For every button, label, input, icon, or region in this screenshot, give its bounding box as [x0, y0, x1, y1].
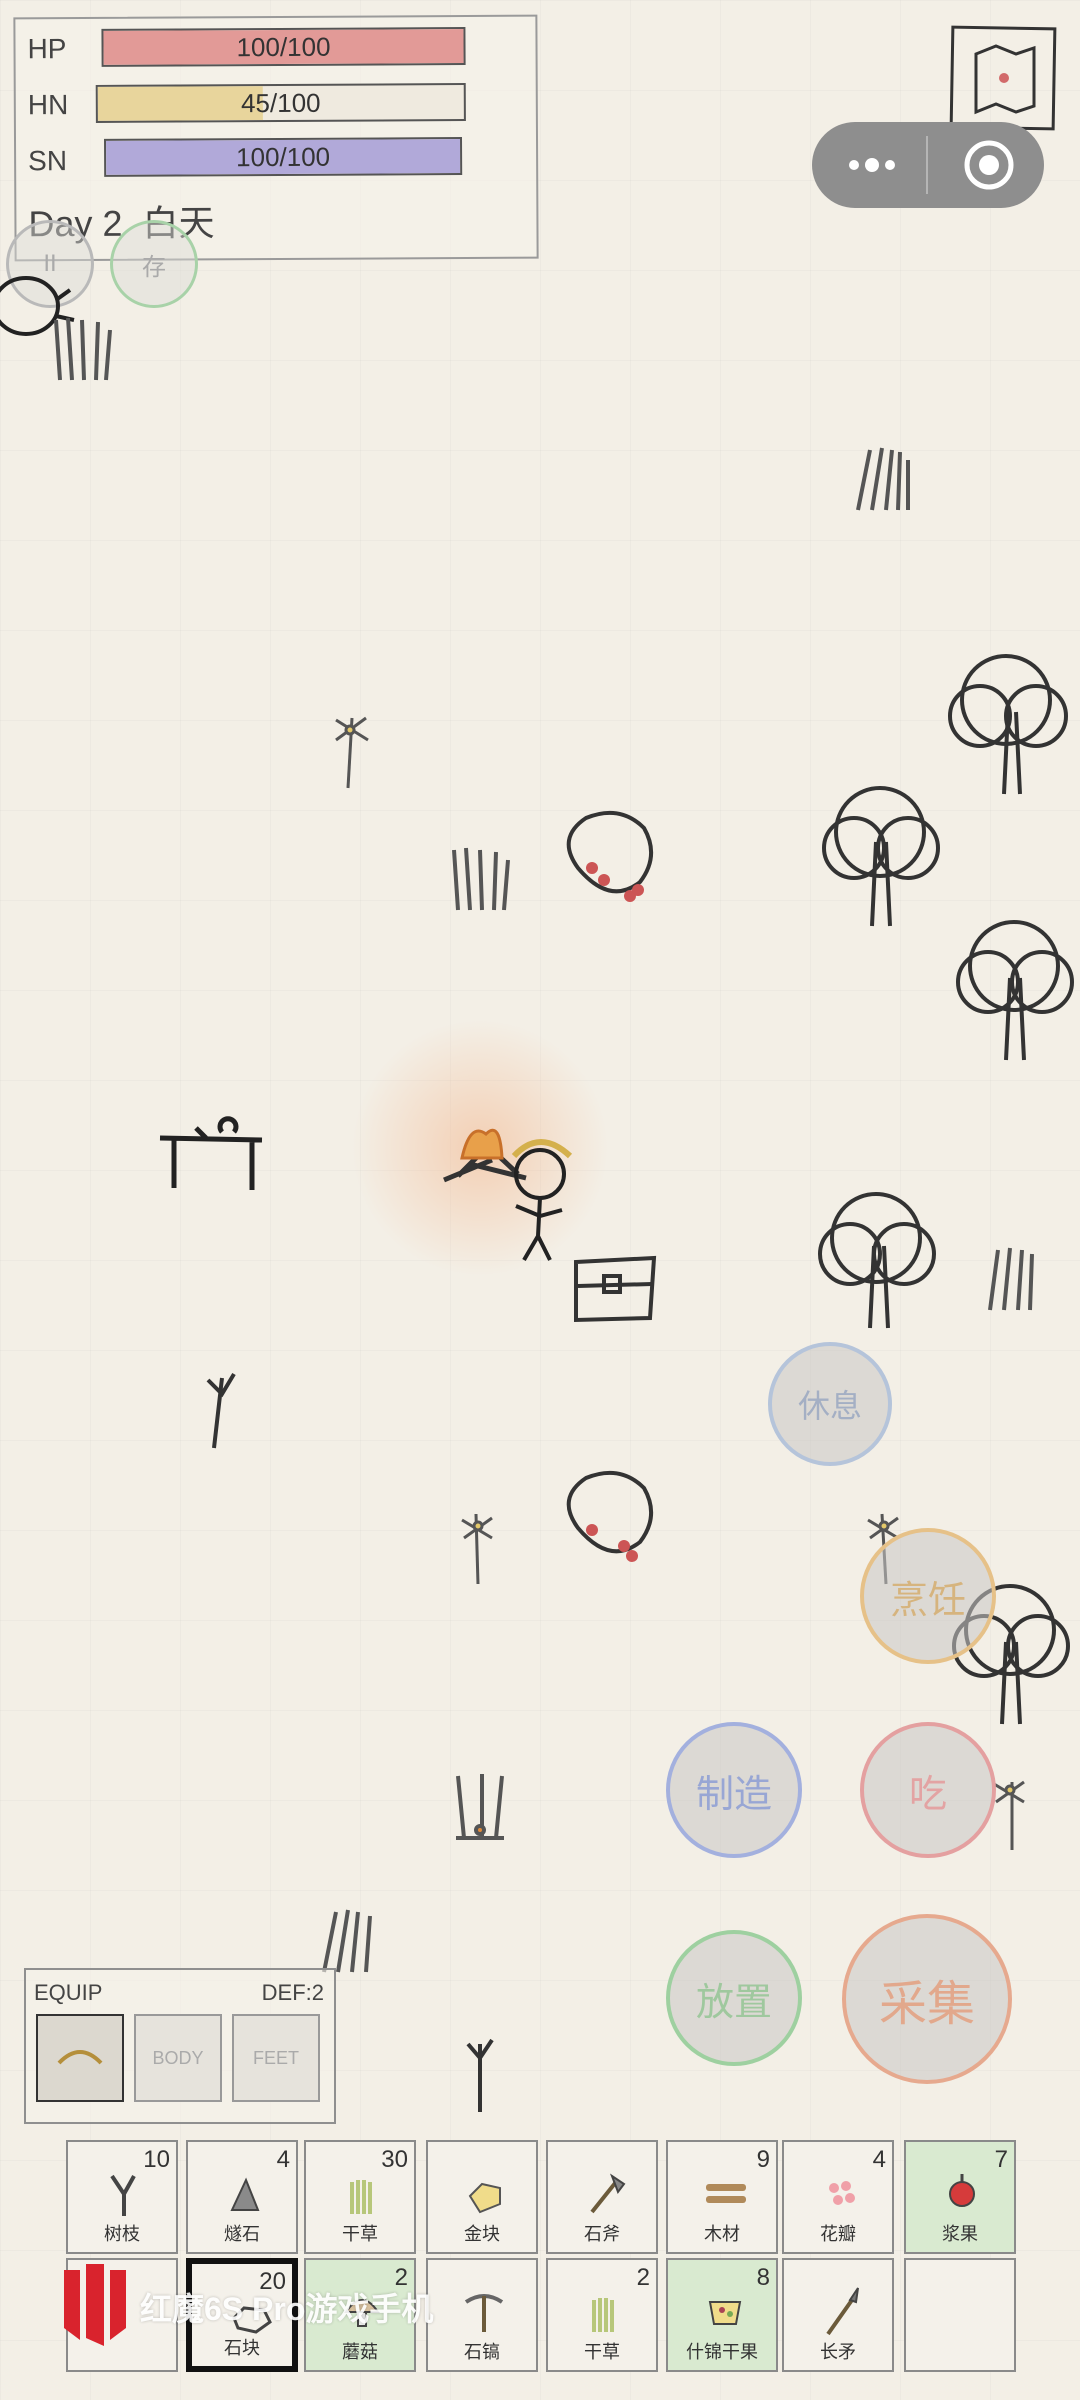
equip-title: EQUIP [34, 1980, 103, 2005]
stone-axe-icon [590, 2173, 626, 2214]
inventory-slot[interactable]: 9 木材 [666, 2140, 778, 2254]
spear-icon [826, 2287, 859, 2336]
item-name: 花瓣 [820, 2224, 856, 2244]
cook-button[interactable]: 烹饪 [860, 1528, 996, 1664]
wood-icon [706, 2184, 746, 2203]
item-name: 石斧 [584, 2224, 620, 2244]
tree [818, 1192, 936, 1329]
grass-tuft [322, 1909, 372, 1973]
eat-button[interactable]: 吃 [860, 1722, 996, 1858]
item-count: 9 [756, 2146, 770, 2173]
sapling [466, 2038, 494, 2112]
gather-label: 采集 [878, 1978, 975, 2031]
grass-tuft [452, 847, 510, 911]
watermark-text: 红魔6S Pro游戏手机 [140, 2291, 434, 2327]
inventory-slot[interactable]: 2 干草 [546, 2258, 658, 2372]
item-name: 蘑菇 [342, 2342, 378, 2362]
defense-value: DEF:2 [261, 1980, 324, 2005]
reeds [456, 1774, 504, 1840]
place-button[interactable]: 放置 [666, 1930, 802, 2066]
item-count: 30 [381, 2146, 408, 2173]
craft-label: 制造 [695, 1773, 772, 1816]
sapling [206, 1372, 236, 1449]
craft-button[interactable]: 制造 [666, 1722, 802, 1858]
inventory-slot[interactable]: 7 浆果 [904, 2140, 1016, 2254]
equip-slot-head[interactable] [36, 2014, 124, 2102]
item-count: 8 [756, 2264, 770, 2291]
redmagic-logo [58, 2260, 132, 2348]
inventory-slot[interactable]: 石镐 [426, 2258, 538, 2372]
grass-tuft [856, 447, 910, 511]
inventory-slot[interactable]: 金块 [426, 2140, 538, 2254]
straw-hat-icon [57, 2050, 103, 2065]
item-name: 什锦干果 [686, 2342, 758, 2362]
pickaxe-icon [464, 2294, 504, 2332]
item-name: 干草 [584, 2342, 620, 2362]
flower [461, 1513, 493, 1585]
item-count: 7 [994, 2146, 1008, 2173]
item-name: 石镐 [464, 2342, 500, 2362]
cook-label: 烹饪 [889, 1579, 966, 1622]
item-count: 10 [143, 2146, 170, 2173]
inventory-slot[interactable]: 4 花瓣 [782, 2140, 894, 2254]
item-name: 金块 [464, 2224, 500, 2244]
item-name: 长矛 [820, 2342, 856, 2362]
grass-icon [350, 2180, 372, 2214]
item-name: 干草 [342, 2224, 378, 2244]
item-count: 4 [872, 2146, 886, 2173]
trail-mix-icon [708, 2301, 742, 2325]
inventory-slot[interactable]: 30 干草 [304, 2140, 416, 2254]
inventory-slot[interactable]: 8 什锦干果 [666, 2258, 778, 2372]
item-name: 木材 [704, 2224, 740, 2244]
tree [948, 654, 1068, 795]
storage-chest [574, 1255, 657, 1323]
petals-icon [829, 2181, 855, 2205]
inventory-slot[interactable]: 4 燧石 [186, 2140, 298, 2254]
place-label: 放置 [695, 1981, 772, 2024]
grass-icon [592, 2298, 614, 2332]
grass-tuft [988, 1247, 1034, 1311]
equip-slot-body[interactable]: BODY [134, 2014, 222, 2102]
equip-panel: EQUIP DEF:2 BODY FEET [24, 1968, 336, 2124]
grass-tuft [54, 317, 112, 381]
twig-icon [110, 2174, 136, 2216]
spider-creature [0, 276, 75, 336]
tree [956, 920, 1074, 1061]
item-name: 燧石 [224, 2224, 260, 2244]
rest-label: 休息 [797, 1388, 862, 1424]
item-count: 2 [636, 2264, 650, 2291]
flower [993, 1780, 1025, 1850]
inventory-slot[interactable]: 长矛 [782, 2258, 894, 2372]
inventory-slot[interactable]: 石斧 [546, 2140, 658, 2254]
item-count: 4 [276, 2146, 290, 2173]
item-name: 浆果 [942, 2224, 978, 2244]
berry-icon [949, 2174, 975, 2207]
equip-slot-feet[interactable]: FEET [232, 2014, 320, 2102]
tree [822, 786, 940, 927]
item-name: 树枝 [104, 2224, 140, 2244]
inventory-slot[interactable] [904, 2258, 1016, 2372]
rest-button[interactable]: 休息 [768, 1342, 892, 1466]
inventory-slot[interactable]: 10 树枝 [66, 2140, 178, 2254]
flower [335, 716, 369, 789]
workbench [159, 1116, 263, 1190]
berry-bush [566, 1470, 653, 1562]
flint-icon [230, 2177, 260, 2211]
gold-nugget-icon [468, 2182, 501, 2214]
item-name: 石块 [224, 2338, 260, 2358]
gather-button[interactable]: 采集 [842, 1914, 1012, 2084]
eat-label: 吃 [908, 1773, 947, 1816]
berry-bush [566, 810, 653, 902]
